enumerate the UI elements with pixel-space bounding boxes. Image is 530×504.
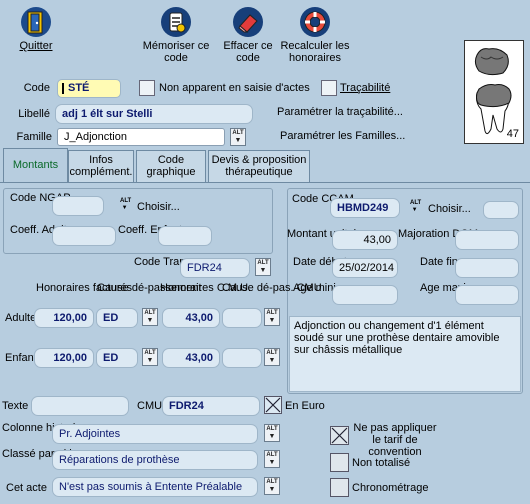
code-ngap-label: Code NGAP [10,192,71,204]
col-honoraires-label: Honoraires facturés [36,282,132,294]
tab-content-border [0,182,530,183]
save-code-button[interactable]: Mémoriser ce code [140,6,212,64]
tooth-number: 47 [506,128,519,140]
col-cmu-label: Honoraires C.M.U. [160,282,252,294]
cet-acte-dropdown[interactable]: ALT ▼ [264,477,280,495]
recalculate-fees-button[interactable]: Recalculer les honoraires [278,6,352,64]
enfant-cause-cmu-field[interactable] [222,348,262,368]
non-totalise-label: Non totalisé [352,457,411,469]
libelle-label: Libellé [18,108,50,120]
texte-label: Texte [2,400,29,412]
alt-arrow-icon: ALT ▼ [120,198,132,211]
texte-field[interactable] [31,396,129,416]
enfant-cmu-field[interactable]: 43,00 [162,348,220,368]
cmu-label: CMU [137,400,163,412]
code-ccam-field[interactable]: HBMD249 [330,198,400,218]
cet-acte-label: Cet acte [6,482,47,494]
transpo-dropdown-button[interactable]: ALT ▼ [255,258,271,276]
param-traceability-link[interactable]: Paramétrer la traçabilité... [277,106,403,118]
date-debut-label: Date début [293,256,347,268]
coeff-adulte-field[interactable] [52,226,116,246]
cross-icon [265,397,281,413]
code-label: Code [23,82,50,94]
age-maxi-field[interactable] [455,285,519,305]
no-tarif-convention-checkbox[interactable] [330,426,349,445]
libelle-field[interactable]: adj 1 élt sur Stelli [55,104,253,124]
colonne-historique-label: Colonne historique [2,422,94,434]
hidden-in-entry-label: Non apparent en saisie d'actes [159,82,310,94]
hidden-in-entry-checkbox[interactable] [139,80,155,96]
classe-parmi-label: Classé parmi les [2,448,84,460]
no-tarif-convention-label: Ne pas appliquer le tarif de convention [353,422,437,458]
non-totalise-checkbox[interactable] [330,453,349,472]
memory-tooth-icon [159,6,193,38]
tab-montants[interactable]: Montants [3,148,68,183]
en-euro-label: En Euro [285,400,325,412]
code-ccam-label: Code CCAM [292,193,354,205]
tab-infos-complement[interactable]: Infos complément. [68,150,134,182]
colonne-historique-dropdown[interactable]: ALT ▼ [264,424,280,442]
delete-code-button[interactable]: Effacer ce code [220,6,276,64]
adulte-cmu-field[interactable]: 43,00 [162,308,220,328]
famille-dropdown-button[interactable]: ALT ▼ [230,128,246,146]
coeff-enfant-label: Coeff. Enfant [118,224,183,236]
door-exit-icon [19,6,53,38]
col-cause-label: Cause dé-passement [97,282,202,294]
adulte-label: Adulte [5,312,37,324]
age-maxi-label: Age maxi [420,282,466,294]
ccam-extra-field[interactable] [483,201,519,219]
adulte-cause-field[interactable]: ED [96,308,138,328]
famille-field[interactable]: J_Adjonction [57,128,225,146]
code-ngap-field[interactable] [52,196,104,216]
montant-unitaire-field[interactable]: 43,00 [332,230,398,250]
enfant-cause-field[interactable]: ED [96,348,138,368]
classe-parmi-field[interactable]: Réparations de prothèse [52,450,258,470]
majoration-dom-field[interactable] [455,230,519,250]
classe-parmi-dropdown[interactable]: ALT ▼ [264,450,280,468]
adulte-honoraires-field[interactable]: 120,00 [34,308,94,328]
adulte-cause-cmu-field[interactable] [222,308,262,328]
alt-arrow-icon: ALT ▼ [410,200,422,213]
date-debut-field[interactable]: 25/02/2014 [332,258,398,278]
tab-code-graphique[interactable]: Code graphique [136,150,206,182]
en-euro-checkbox[interactable] [264,396,282,414]
eraser-icon [231,6,265,38]
date-fin-label: Date fin [420,256,458,268]
code-transpo-label: Code Transpo [134,256,204,268]
coeff-enfant-field[interactable] [158,226,212,246]
chronometrage-label: Chronométrage [352,482,429,494]
famille-label: Famille [16,131,52,143]
choose-ccam-button[interactable]: ALT ▼ Choisir... [410,199,472,219]
quit-button[interactable]: Quitter [14,6,58,52]
code-transpo-field[interactable]: FDR24 [180,258,250,278]
param-familles-link[interactable]: Paramétrer les Familles... [280,130,405,142]
col-cause-cmu-label: Cause dé-pas. CMU [222,282,322,294]
traceability-checkbox[interactable] [321,80,337,96]
age-mini-field[interactable] [332,285,398,305]
enfant-label: Enfant [5,352,37,364]
montant-unitaire-label: Montant unitaire [287,228,366,240]
coeff-adulte-label: Coeff. Adulte [10,224,73,236]
tooth-image-panel[interactable]: 47 [464,40,524,144]
ccam-description: Adjonction ou changement d'1 élément sou… [289,316,521,392]
enfant-cause-cmu-dropdown[interactable]: ALT ▼ [264,348,280,366]
enfant-cause-dropdown[interactable]: ALT ▼ [142,348,158,366]
colonne-historique-field[interactable]: Pr. Adjointes [52,424,258,444]
enfant-honoraires-field[interactable]: 120,00 [34,348,94,368]
choose-ngap-button[interactable]: ALT ▼ Choisir... [120,197,180,217]
adulte-cause-cmu-dropdown[interactable]: ALT ▼ [264,308,280,326]
tab-devis-proposition[interactable]: Devis & proposition thérapeutique [208,150,310,182]
cet-acte-field[interactable]: N'est pas soumis à Entente Préalable [52,477,258,497]
chronometrage-checkbox[interactable] [330,478,349,497]
majoration-dom-label: Majoration DOM [398,228,479,240]
lifebuoy-icon [298,6,332,38]
adulte-cause-dropdown[interactable]: ALT ▼ [142,308,158,326]
traceability-label: Traçabilité [340,82,391,94]
date-fin-field[interactable] [455,258,519,278]
cross-icon [331,427,348,444]
cmu-field[interactable]: FDR24 [162,396,260,416]
code-field[interactable]: STÉ [57,79,121,98]
